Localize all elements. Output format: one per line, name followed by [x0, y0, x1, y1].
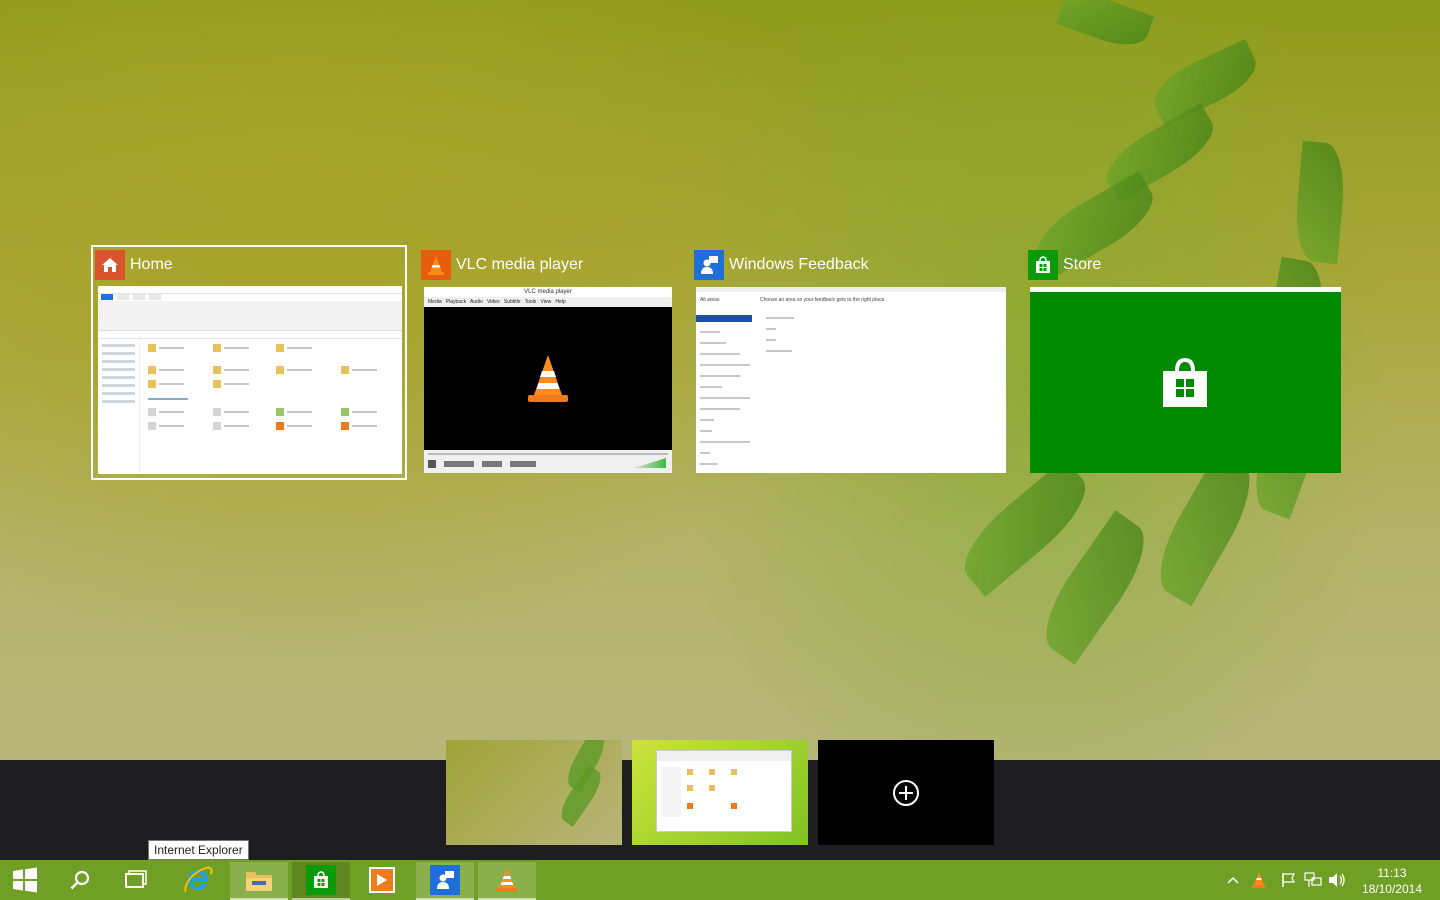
search-button[interactable]: [56, 860, 104, 900]
task-window-feedback[interactable]: Windows Feedback All areas Choose an are…: [694, 250, 1008, 478]
taskbar-media-player[interactable]: [354, 860, 410, 900]
add-icon: [893, 779, 919, 806]
vlc-video-area: [424, 307, 672, 450]
store-window-thumbnail: [1030, 287, 1341, 473]
internet-explorer-icon: [184, 866, 213, 893]
virtual-desktop-2[interactable]: [632, 740, 808, 845]
feedback-icon: [430, 865, 460, 895]
window-title: VLC media player: [456, 256, 584, 273]
media-player-icon: [369, 867, 395, 893]
clock[interactable]: 11:13 18/10/2014: [1362, 865, 1422, 897]
vlc-cone-icon: [528, 354, 568, 402]
speaker-icon: [1329, 873, 1345, 887]
tray-network[interactable]: [1303, 870, 1323, 890]
start-button[interactable]: [0, 860, 50, 900]
task-view-icon: [125, 870, 147, 888]
tray-vlc[interactable]: [1249, 870, 1269, 890]
window-header: Store: [1028, 250, 1101, 280]
file-explorer-icon: [246, 872, 272, 891]
home-icon: [95, 250, 125, 280]
taskbar-store[interactable]: [292, 862, 350, 900]
taskbar-windows-feedback[interactable]: [416, 862, 474, 900]
window-title: Windows Feedback: [729, 256, 869, 273]
taskbar-internet-explorer[interactable]: [170, 860, 226, 900]
chevron-up-icon: [1227, 876, 1239, 884]
vlc-cone-icon: [1252, 872, 1266, 888]
add-desktop-button[interactable]: [818, 740, 994, 845]
vlc-menu-bar: Media Playback Audio Video Subtitle Tool…: [424, 297, 672, 307]
tray-volume[interactable]: [1327, 870, 1347, 890]
feedback-window-thumbnail: All areas Choose an area so your feedbac…: [696, 287, 1006, 473]
desktop-window-preview: [656, 750, 792, 832]
feedback-category-list: [696, 301, 756, 465]
task-window-store[interactable]: Store: [1028, 250, 1342, 478]
store-icon: [306, 865, 336, 895]
feedback-icon: [694, 250, 724, 280]
vlc-cone-icon: [496, 868, 518, 892]
network-icon: [1304, 872, 1322, 887]
tray-action-center[interactable]: [1279, 870, 1299, 890]
wallpaper-leaf: [1055, 0, 1155, 55]
taskbar: 11:13 18/10/2014: [0, 860, 1440, 900]
taskbar-vlc[interactable]: [478, 862, 536, 900]
virtual-desktop-1[interactable]: [446, 740, 622, 845]
task-view-button[interactable]: [112, 860, 160, 900]
vlc-window-thumbnail: VLC media player Media Playback Audio Vi…: [424, 287, 672, 473]
feedback-prompt: Choose an area so your feedback gets to …: [760, 297, 886, 303]
window-header: Home: [95, 250, 173, 280]
task-window-home[interactable]: Home: [95, 250, 405, 478]
search-icon: [70, 870, 90, 890]
wallpaper-leaf: [1292, 140, 1348, 265]
home-window-thumbnail: [98, 286, 402, 474]
store-bag-icon: [1028, 250, 1058, 280]
windows-logo-icon: [13, 867, 37, 893]
flag-icon: [1282, 873, 1295, 887]
window-title: Home: [130, 256, 173, 273]
taskbar-file-explorer[interactable]: [230, 862, 288, 900]
vlc-titlebar: VLC media player: [424, 287, 672, 297]
clock-date: 18/10/2014: [1361, 882, 1422, 896]
window-title: Store: [1063, 256, 1102, 273]
store-bag-icon: [1160, 357, 1210, 416]
window-header: VLC media player: [421, 250, 583, 280]
vlc-cone-icon: [421, 250, 451, 280]
vlc-controls: [424, 450, 672, 473]
window-header: Windows Feedback: [694, 250, 869, 280]
show-hidden-icons-button[interactable]: [1223, 870, 1243, 890]
tooltip: Internet Explorer: [148, 840, 249, 860]
task-window-vlc[interactable]: VLC media player VLC media player Media …: [421, 250, 673, 478]
clock-time: 11:13: [1377, 866, 1407, 880]
